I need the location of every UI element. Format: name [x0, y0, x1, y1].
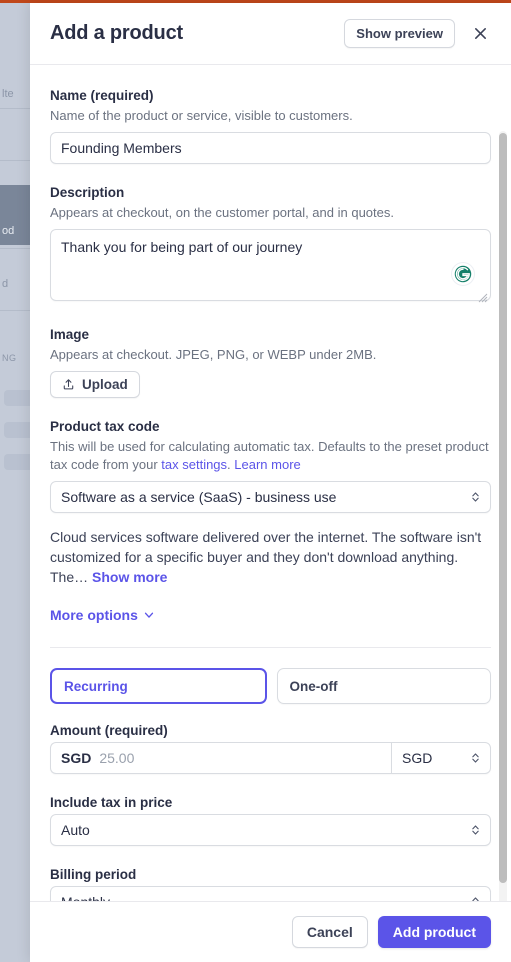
cancel-button[interactable]: Cancel: [291, 916, 368, 948]
more-options-toggle[interactable]: More options: [50, 607, 155, 623]
billing-period-select[interactable]: Monthly: [50, 886, 491, 901]
billing-period-selected-value: Monthly: [61, 894, 110, 901]
pricing-type-tabs: Recurring One-off: [50, 668, 491, 704]
currency-select[interactable]: SGD: [391, 742, 491, 774]
modal-footer: Cancel Add product: [30, 901, 511, 962]
amount-field-group: Amount (required) SGD SGD: [50, 722, 491, 774]
add-product-button[interactable]: Add product: [377, 916, 491, 948]
name-hint: Name of the product or service, visible …: [50, 108, 353, 123]
learn-more-link[interactable]: Learn more: [234, 457, 300, 472]
description-label: Description: [50, 185, 125, 200]
amount-label: Amount (required): [50, 723, 168, 738]
tax-code-label: Product tax code: [50, 419, 160, 434]
page-title: Add a product: [50, 22, 183, 44]
section-divider: [50, 647, 491, 648]
image-hint: Appears at checkout. JPEG, PNG, or WEBP …: [50, 347, 377, 362]
tax-settings-link[interactable]: tax settings: [161, 457, 227, 472]
currency-selected-value: SGD: [402, 750, 433, 766]
scrollbar[interactable]: [499, 131, 507, 901]
show-preview-button[interactable]: Show preview: [344, 19, 455, 48]
grammarly-icon[interactable]: [451, 262, 475, 286]
description-textarea-wrapper: [50, 229, 491, 306]
image-field-group: Image Appears at checkout. JPEG, PNG, or…: [50, 326, 491, 398]
description-textarea[interactable]: [50, 229, 491, 301]
tax-code-select[interactable]: Software as a service (SaaS) - business …: [50, 481, 491, 513]
modal-body: Name (required) Name of the product or s…: [30, 65, 511, 901]
close-button[interactable]: [469, 23, 491, 45]
upload-button[interactable]: Upload: [50, 371, 140, 398]
include-tax-select[interactable]: Auto: [50, 814, 491, 846]
tax-code-field-group: Product tax code This will be used for c…: [50, 418, 491, 625]
amount-input[interactable]: [99, 750, 381, 766]
tax-code-selected-value: Software as a service (SaaS) - business …: [61, 489, 337, 505]
more-options-label: More options: [50, 607, 138, 623]
currency-select-wrapper: SGD: [391, 742, 491, 774]
tax-code-description: Cloud services software delivered over t…: [50, 527, 491, 587]
chevron-down-icon: [144, 612, 154, 618]
description-hint: Appears at checkout, on the customer por…: [50, 205, 394, 220]
amount-input-wrapper[interactable]: SGD: [50, 742, 391, 774]
billing-period-field-group: Billing period Monthly: [50, 866, 491, 901]
image-label: Image: [50, 327, 90, 342]
amount-currency-prefix: SGD: [61, 750, 92, 766]
name-label: Name (required): [50, 88, 154, 103]
billing-period-select-wrapper: Monthly: [50, 886, 491, 901]
amount-row: SGD SGD: [50, 742, 491, 774]
include-tax-selected-value: Auto: [61, 822, 90, 838]
name-field-group: Name (required) Name of the product or s…: [50, 87, 491, 164]
tax-code-hint: This will be used for calculating automa…: [50, 438, 491, 474]
include-tax-field-group: Include tax in price Auto: [50, 794, 491, 846]
add-product-modal: Add a product Show preview Name (require…: [30, 3, 511, 962]
description-field-group: Description Appears at checkout, on the …: [50, 184, 491, 306]
tab-recurring[interactable]: Recurring: [50, 668, 267, 704]
close-icon: [474, 28, 486, 39]
include-tax-label: Include tax in price: [50, 795, 173, 810]
upload-button-label: Upload: [82, 377, 128, 392]
upload-icon: [63, 379, 74, 390]
scrollbar-thumb[interactable]: [499, 133, 507, 883]
modal-header: Add a product Show preview: [30, 3, 511, 65]
include-tax-select-wrapper: Auto: [50, 814, 491, 846]
billing-period-label: Billing period: [50, 867, 137, 882]
tax-code-select-wrapper: Software as a service (SaaS) - business …: [50, 481, 491, 513]
name-input[interactable]: [50, 132, 491, 164]
tab-one-off[interactable]: One-off: [276, 668, 491, 704]
show-more-link[interactable]: Show more: [92, 569, 167, 585]
